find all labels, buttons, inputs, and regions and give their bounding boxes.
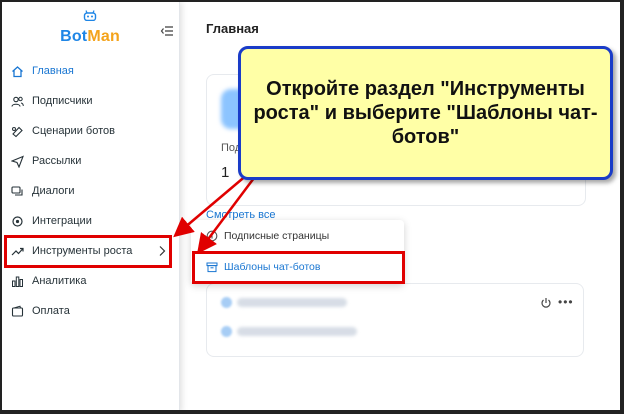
sidebar-item-analytics[interactable]: Аналитика bbox=[2, 266, 180, 296]
bot-scenarios-icon bbox=[10, 124, 24, 138]
sidebar-item-label: Главная bbox=[32, 65, 74, 77]
sidebar-item-payment[interactable]: Оплата bbox=[2, 296, 180, 326]
chat-icon bbox=[10, 184, 24, 198]
integrations-icon bbox=[10, 214, 24, 228]
sidebar-item-integrations[interactable]: Интеграции bbox=[2, 206, 180, 236]
blurred-bot-icon bbox=[221, 297, 232, 308]
page-title: Главная bbox=[206, 21, 259, 36]
stats-card-value: 1 bbox=[221, 164, 230, 181]
brand-name: BotMan bbox=[57, 28, 123, 46]
sidebar-item-label: Рассылки bbox=[32, 155, 82, 167]
users-icon bbox=[10, 94, 24, 108]
sidebar-item-bot-scenarios[interactable]: Сценарии ботов bbox=[2, 116, 180, 146]
blurred-text bbox=[237, 298, 347, 307]
instruction-callout: Откройте раздел "Инструменты роста" и вы… bbox=[238, 46, 613, 180]
sidebar-item-dialogs[interactable]: Диалоги bbox=[2, 176, 180, 206]
instruction-text: Откройте раздел "Инструменты роста" и вы… bbox=[253, 78, 598, 148]
power-icon[interactable] bbox=[540, 297, 552, 309]
collapse-menu-icon[interactable] bbox=[160, 24, 174, 38]
home-icon bbox=[10, 64, 24, 78]
sidebar-item-label: Подписчики bbox=[32, 95, 93, 107]
sidebar-item-label: Диалоги bbox=[32, 185, 75, 197]
highlight-chatbot-templates bbox=[192, 251, 405, 284]
brand-logo[interactable]: BotMan bbox=[57, 10, 123, 50]
submenu-item-label: Подписные страницы bbox=[224, 230, 330, 242]
info-circle-icon bbox=[205, 230, 218, 243]
bot-list-card: ••• bbox=[206, 283, 584, 357]
more-options-icon[interactable]: ••• bbox=[558, 295, 574, 309]
sidebar-item-label: Аналитика bbox=[32, 275, 87, 287]
send-icon bbox=[10, 154, 24, 168]
sidebar-item-subscribers[interactable]: Подписчики bbox=[2, 86, 180, 116]
sidebar-nav: Главная Подписчики Сценарии ботов Рассыл… bbox=[2, 56, 180, 326]
submenu-item-subscription-pages[interactable]: Подписные страницы bbox=[191, 221, 404, 251]
bar-chart-icon bbox=[10, 274, 24, 288]
sidebar: BotMan Главная Подписчики Сценарии ботов… bbox=[2, 2, 180, 410]
bot-head-icon bbox=[83, 10, 97, 21]
sidebar-item-home[interactable]: Главная bbox=[2, 56, 180, 86]
screenshot-frame: BotMan Главная Подписчики Сценарии ботов… bbox=[0, 0, 624, 414]
sidebar-item-label: Интеграции bbox=[32, 215, 92, 227]
wallet-icon bbox=[10, 304, 24, 318]
blurred-text bbox=[237, 327, 357, 336]
sidebar-item-label: Оплата bbox=[32, 305, 70, 317]
sidebar-item-broadcasts[interactable]: Рассылки bbox=[2, 146, 180, 176]
highlight-growth-tools bbox=[4, 235, 172, 268]
blurred-bot-icon bbox=[221, 326, 232, 337]
brand-name-part2: Man bbox=[87, 28, 120, 45]
sidebar-item-label: Сценарии ботов bbox=[32, 125, 115, 137]
brand-name-part1: Bot bbox=[60, 28, 88, 45]
